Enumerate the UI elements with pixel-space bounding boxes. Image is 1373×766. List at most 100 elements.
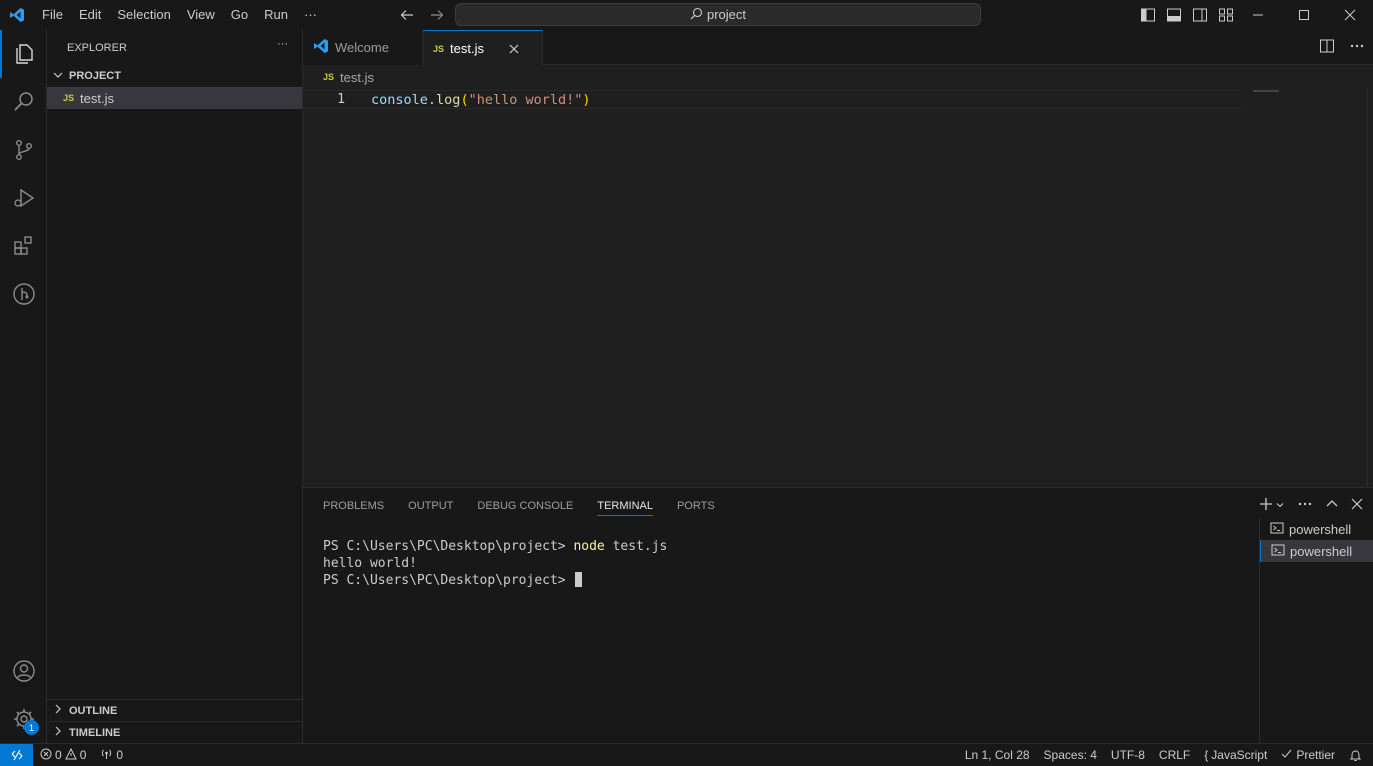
menu-go[interactable]: Go [223,0,256,30]
language-mode[interactable]: { JavaScript [1197,744,1274,766]
command-center-label: project [706,7,747,22]
menu-selection[interactable]: Selection [109,0,178,30]
prettier-label: Prettier [1296,748,1335,762]
more-actions-icon[interactable] [1349,38,1365,57]
chevron-down-icon[interactable] [1275,498,1285,513]
token-string: "hello world!" [468,91,583,108]
breadcrumb-file[interactable]: test.js [340,70,374,85]
tab-label: Welcome [335,40,389,55]
close-window-icon[interactable] [1327,0,1373,30]
search-icon [690,7,703,23]
menu-file[interactable]: File [34,0,71,30]
back-arrow-icon[interactable] [396,4,418,26]
ports-indicator[interactable]: 0 [93,744,130,766]
timeline-label: TIMELINE [69,726,121,739]
end-of-line[interactable]: CRLF [1152,744,1197,766]
terminal-instance[interactable]: powershell [1260,540,1373,562]
terminal-output[interactable]: PS C:\Users\PC\Desktop\project> node tes… [323,538,667,589]
terminal-prompt: PS C:\Users\PC\Desktop\project> [323,539,574,554]
toggle-secondary-sidebar-icon[interactable] [1190,5,1210,25]
minimap[interactable] [1253,90,1279,92]
code-editor[interactable]: 1 console.log("hello world!") [303,88,1373,487]
warning-icon [64,747,77,763]
explorer-title: EXPLORER [67,41,127,54]
menu-more[interactable]: ··· [296,0,325,30]
indentation[interactable]: Spaces: 4 [1037,744,1104,766]
double-check-icon [1281,748,1293,763]
code-line[interactable]: 1 console.log("hello world!") [303,90,1243,109]
encoding[interactable]: UTF-8 [1104,744,1152,766]
token-dot: . [427,91,437,108]
prettier-status[interactable]: Prettier [1274,744,1342,766]
customize-layout-icon[interactable] [1216,5,1236,25]
terminal-line: PS C:\Users\PC\Desktop\project> node tes… [323,538,667,555]
tab-debug-console[interactable]: DEBUG CONSOLE [477,500,573,512]
terminal-line: PS C:\Users\PC\Desktop\project> [323,572,667,589]
tab-output[interactable]: OUTPUT [408,500,453,512]
file-item-label: test.js [80,90,114,106]
extensions-icon[interactable] [0,222,47,270]
project-folder-header[interactable]: PROJECT [47,65,302,87]
tab-terminal[interactable]: TERMINAL [597,500,653,516]
chevron-down-icon [51,68,65,85]
explorer-more-actions-icon[interactable]: ··· [277,38,288,50]
editor-tab-bar: Welcome JS test.js [303,30,1373,66]
account-icon[interactable] [0,647,47,695]
settings-gear-icon[interactable]: 1 [0,695,47,743]
token-paren: ) [582,91,591,108]
error-count: 0 [55,748,62,762]
token-paren: ( [460,91,469,108]
error-icon [40,748,52,763]
token-function: log [436,91,461,108]
javascript-file-icon: JS [63,93,75,103]
vscode-logo-icon [313,38,329,57]
remote-indicator-icon[interactable] [0,743,33,766]
outline-section-header[interactable]: OUTLINE [47,699,302,721]
braces-icon: { [1204,748,1209,762]
outline-label: OUTLINE [69,704,118,717]
timeline-section-header[interactable]: TIMELINE [47,721,302,743]
terminal-command-arg: test.js [604,539,668,554]
notifications-bell-icon[interactable] [1342,744,1369,766]
problems-indicator[interactable]: 0 0 [33,744,93,766]
forward-arrow-icon[interactable] [426,4,448,26]
editor-scrollbar[interactable] [1367,88,1373,487]
command-center-search[interactable]: project [455,3,981,26]
cursor-position[interactable]: Ln 1, Col 28 [958,744,1037,766]
new-terminal-icon[interactable] [1259,497,1273,514]
close-icon[interactable] [506,41,522,57]
explorer-sidebar: EXPLORER ··· PROJECT JS test.js OUTLINE … [47,30,303,743]
maximize-panel-icon[interactable] [1325,497,1339,514]
terminal-instance-label: powershell [1289,521,1352,537]
activity-bar: 1 [0,30,47,743]
close-panel-icon[interactable] [1351,498,1363,513]
breadcrumb[interactable]: JS test.js [303,66,374,88]
tab-test-js[interactable]: JS test.js [423,30,543,66]
menu-edit[interactable]: Edit [71,0,109,30]
maximize-icon[interactable] [1281,0,1327,30]
toggle-primary-sidebar-icon[interactable] [1138,5,1158,25]
run-and-debug-icon[interactable] [0,174,47,222]
status-bar: 0 0 0 Ln 1, Col 28 Spaces: 4 UTF-8 CRLF … [0,743,1373,766]
tab-welcome[interactable]: Welcome [303,30,423,65]
terminal-output-text: hello world! [323,556,417,571]
chevron-right-icon [51,724,65,741]
terminal-line: hello world! [323,555,667,572]
explorer-icon[interactable] [0,30,47,78]
split-editor-icon[interactable] [1319,38,1335,57]
toggle-panel-icon[interactable] [1164,5,1184,25]
source-control-icon[interactable] [0,126,47,174]
search-icon[interactable] [0,78,47,126]
menu-view[interactable]: View [179,0,223,30]
file-item-test-js[interactable]: JS test.js [47,87,302,109]
project-folder-label: PROJECT [69,70,121,82]
menu-run[interactable]: Run [256,0,296,30]
vscode-logo-icon [0,0,34,30]
minimize-icon[interactable] [1235,0,1281,30]
git-graph-icon[interactable] [0,270,47,318]
terminal-instance[interactable]: powershell [1260,518,1373,540]
broadcast-icon [100,748,113,763]
more-actions-icon[interactable] [1297,496,1313,515]
tab-ports[interactable]: PORTS [677,500,715,512]
tab-problems[interactable]: PROBLEMS [323,500,384,512]
